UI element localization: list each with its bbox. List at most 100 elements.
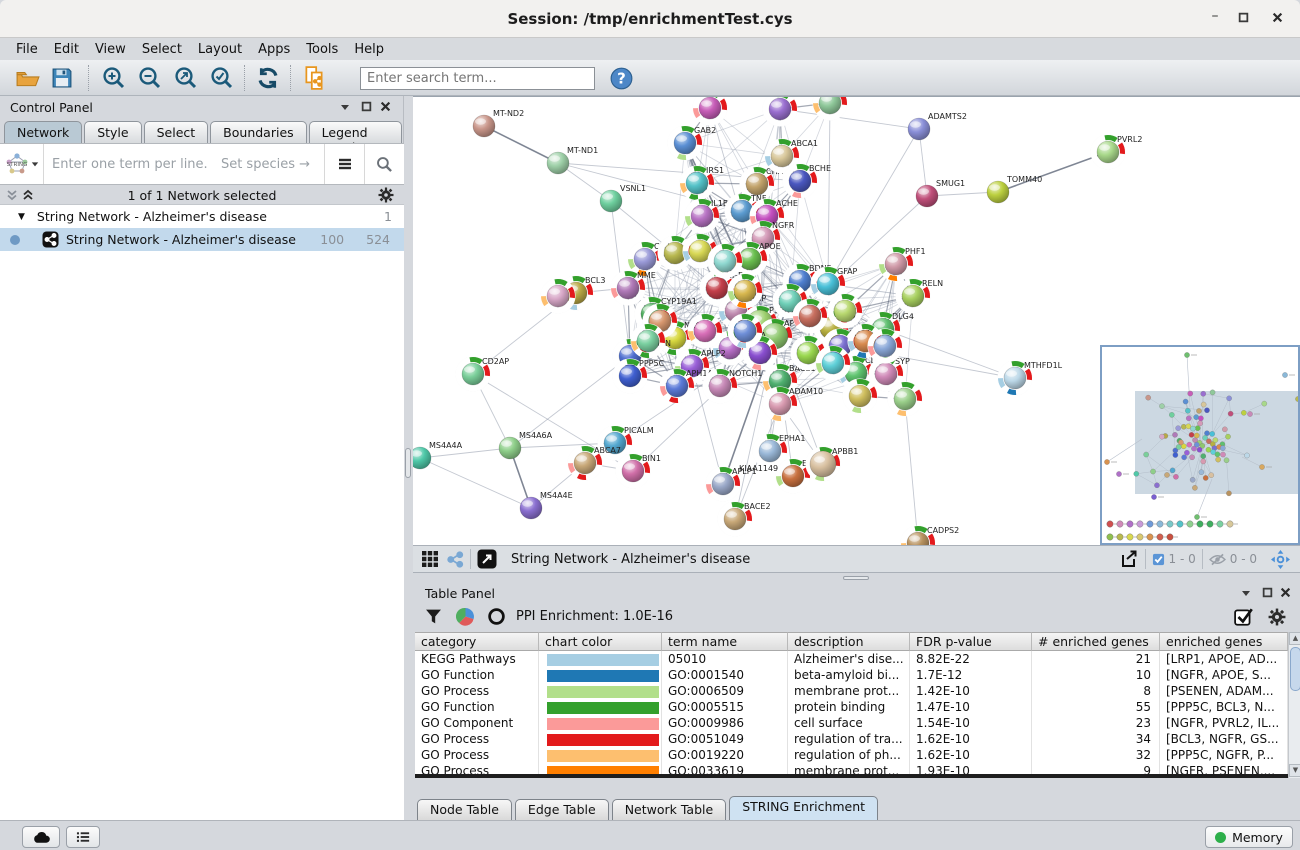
horizontal-divider-grip[interactable] xyxy=(843,576,869,580)
help-button[interactable] xyxy=(610,67,633,90)
enrichment-table[interactable]: categorychart colorterm namedescriptionF… xyxy=(415,632,1288,778)
string-species-selector[interactable]: Set species → xyxy=(221,157,324,172)
scroll-up-button[interactable]: ▲ xyxy=(1289,632,1300,645)
minimize-button[interactable]: – xyxy=(1203,8,1227,30)
string-logo-dropdown[interactable] xyxy=(0,144,44,184)
table-row[interactable]: GO ProcessGO:0006509membrane prot...1.42… xyxy=(415,683,1288,699)
task-list-button[interactable] xyxy=(66,826,100,848)
zoom-fit-button[interactable] xyxy=(170,63,202,93)
node[interactable] xyxy=(688,314,722,348)
pie-chart-icon[interactable] xyxy=(456,607,475,626)
node-TOMM40[interactable]: TOMM40 xyxy=(987,175,1042,203)
tab-select[interactable]: Select xyxy=(144,121,209,143)
node[interactable] xyxy=(693,97,727,125)
tab-network-table[interactable]: Network Table xyxy=(612,799,727,820)
node-SMUG1[interactable]: SMUG1 xyxy=(916,179,965,207)
string-query-input[interactable]: Enter one term per line. xyxy=(44,157,221,172)
node[interactable] xyxy=(631,324,665,358)
menu-select[interactable]: Select xyxy=(134,40,190,59)
column-header-enriched-genes[interactable]: enriched genes xyxy=(1160,632,1288,651)
menu-file[interactable]: File xyxy=(8,40,46,59)
node-MS4A4A[interactable]: MS4A4A xyxy=(413,441,463,469)
node-CD2AP[interactable]: CD2AP xyxy=(456,357,509,391)
tab-network[interactable]: Network xyxy=(4,121,82,143)
zoom-out-button[interactable] xyxy=(134,63,166,93)
column-header-chart-color[interactable]: chart color xyxy=(539,632,662,651)
node[interactable] xyxy=(843,379,877,413)
node-MS4A4E[interactable]: MS4A4E xyxy=(520,491,573,519)
node-MTHFD1L[interactable]: MTHFD1L xyxy=(998,361,1063,395)
node-GAB2[interactable]: GAB2 xyxy=(668,126,716,160)
node-MS4A6A[interactable]: MS4A6A xyxy=(499,431,553,459)
node-BCHE[interactable]: BCHE xyxy=(783,164,831,198)
table-panel-caret-icon[interactable] xyxy=(1241,588,1251,598)
column-header-FDR-p-value[interactable]: FDR p-value xyxy=(910,632,1032,651)
table-row[interactable]: GO ProcessGO:0051049regulation of tra...… xyxy=(415,731,1288,747)
save-session-button[interactable] xyxy=(46,63,78,93)
menu-tools[interactable]: Tools xyxy=(298,40,346,59)
birds-eye-view[interactable] xyxy=(1100,345,1300,545)
column-header-term-name[interactable]: term name xyxy=(662,632,788,651)
detach-view-icon[interactable] xyxy=(477,549,497,569)
node-VSNL1[interactable]: VSNL1 xyxy=(600,184,646,212)
share-view-icon[interactable] xyxy=(447,551,464,568)
column-header--enriched-genes[interactable]: # enriched genes xyxy=(1032,632,1160,651)
table-row[interactable]: KEGG Pathways05010Alzheimer's dise...8.8… xyxy=(415,651,1288,667)
enrichment-settings-gear-icon[interactable] xyxy=(1268,608,1286,626)
node-PPP5C[interactable]: PPP5C xyxy=(613,359,665,393)
node[interactable] xyxy=(708,244,742,278)
scroll-down-button[interactable]: ▼ xyxy=(1289,764,1300,777)
node[interactable] xyxy=(728,274,762,308)
network-row[interactable]: String Network - Alzheimer's disease 100… xyxy=(0,228,404,251)
node[interactable] xyxy=(816,346,850,380)
node-ADAM10[interactable]: ADAM10 xyxy=(763,387,823,421)
node-RELN[interactable]: RELN xyxy=(896,279,943,313)
table-panel-close-icon[interactable] xyxy=(1280,587,1291,598)
node-ABCA7[interactable]: ABCA7 xyxy=(568,446,621,480)
column-header-category[interactable]: category xyxy=(415,632,539,651)
close-button[interactable] xyxy=(1272,8,1296,30)
node-BIN1[interactable]: BIN1 xyxy=(616,454,661,488)
navigate-crosshair-icon[interactable] xyxy=(1271,550,1290,569)
maximize-button[interactable] xyxy=(1238,8,1262,30)
node-PVRL2[interactable]: PVRL2 xyxy=(1091,135,1142,169)
string-options-menu-icon[interactable] xyxy=(324,144,364,184)
divider-grip[interactable] xyxy=(405,448,411,478)
network-collection-row[interactable]: ▼ String Network - Alzheimer's disease 1 xyxy=(0,205,404,228)
horizontal-divider[interactable] xyxy=(413,573,1300,583)
panel-close-icon[interactable] xyxy=(380,101,391,112)
search-input[interactable] xyxy=(360,67,595,90)
table-panel-float-icon[interactable] xyxy=(1262,587,1273,598)
filter-icon[interactable] xyxy=(425,608,442,625)
select-terms-checkbox-icon[interactable] xyxy=(1234,607,1254,627)
node[interactable] xyxy=(828,294,862,328)
tab-boundaries[interactable]: Boundaries xyxy=(210,121,306,143)
panel-divider[interactable] xyxy=(404,96,413,820)
tab-legend-panel[interactable]: Legend Panel xyxy=(309,121,402,143)
node-MT-ND1[interactable]: MT-ND1 xyxy=(547,146,598,174)
zoom-in-button[interactable] xyxy=(98,63,130,93)
scroll-thumb[interactable] xyxy=(1290,647,1300,691)
memory-button[interactable]: Memory xyxy=(1205,826,1293,848)
panel-float-icon[interactable] xyxy=(361,101,372,112)
string-search-icon[interactable] xyxy=(364,144,404,184)
zoom-selected-button[interactable] xyxy=(206,63,238,93)
export-network-icon[interactable] xyxy=(1119,549,1139,569)
cloud-button[interactable] xyxy=(22,826,60,848)
node[interactable] xyxy=(793,299,827,333)
menu-layout[interactable]: Layout xyxy=(190,40,250,59)
tab-node-table[interactable]: Node Table xyxy=(417,799,512,820)
panel-menu-caret-icon[interactable] xyxy=(340,102,350,112)
node-CADPS2[interactable]: CADPS2 xyxy=(901,526,959,545)
node-PHF1[interactable]: PHF1 xyxy=(879,247,926,281)
menu-apps[interactable]: Apps xyxy=(250,40,298,59)
tab-style[interactable]: Style xyxy=(84,121,141,143)
node[interactable] xyxy=(541,279,575,313)
grid-view-icon[interactable] xyxy=(421,550,439,568)
table-row[interactable]: GO ProcessGO:0019220regulation of ph...1… xyxy=(415,747,1288,763)
column-header-description[interactable]: description xyxy=(788,632,910,651)
network-options-gear-icon[interactable] xyxy=(378,187,394,203)
node[interactable] xyxy=(868,329,902,363)
copy-network-button[interactable] xyxy=(298,63,330,93)
refresh-button[interactable] xyxy=(252,63,284,93)
